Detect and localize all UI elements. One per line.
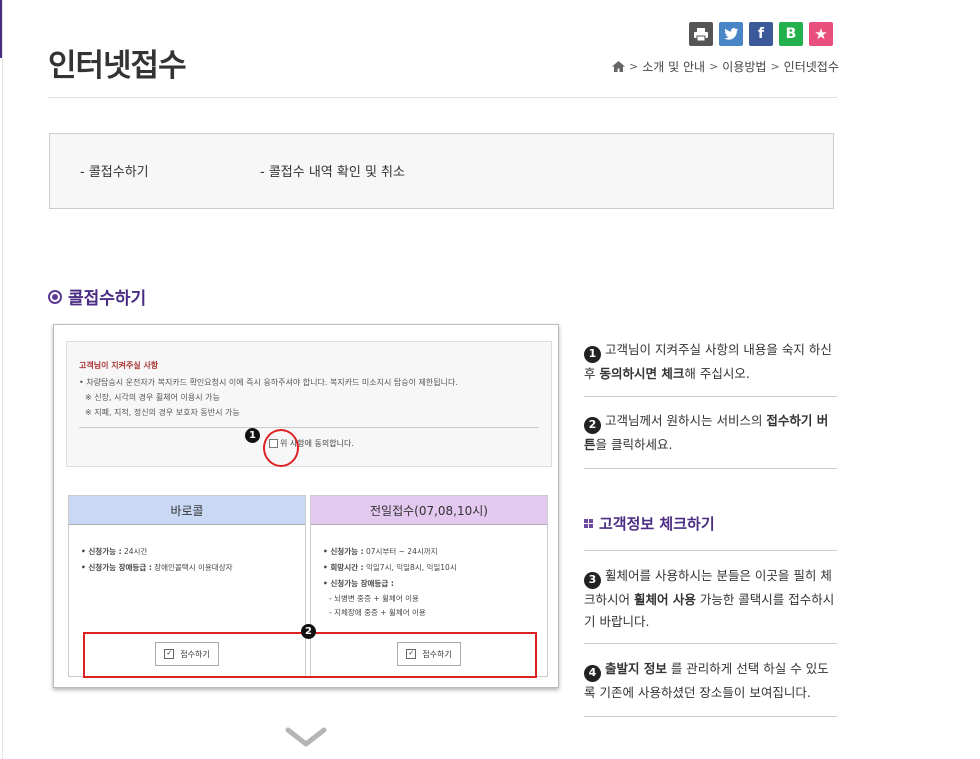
step-divider: [584, 550, 837, 551]
breadcrumb-separator: >: [709, 60, 719, 73]
step-badge: 2: [301, 624, 316, 639]
step-text: 고객님께서 원하시는 서비스의: [605, 413, 767, 428]
card-header: 바로콜: [69, 496, 305, 525]
step-1: 1 고객님이 지켜주실 사항의 내용을 숙지 하신 후 동의하시면 체크해 주십시…: [584, 339, 837, 385]
card-line: • 신청가능 장애등급 :: [323, 578, 394, 589]
breadcrumb-item[interactable]: 소개 및 안내: [642, 58, 705, 75]
band-icon[interactable]: B: [779, 22, 803, 46]
step-3: 3 휠체어를 사용하시는 분들은 이곳을 필히 체크하시어 휠체어 사용 가능한 …: [584, 565, 837, 633]
notice-line: ※ 지폐, 지적, 정신의 경우 보호자 동반시 가능: [85, 408, 240, 417]
step-bold: 출발지 정보: [605, 661, 667, 676]
section-title-text: 콜접수하기: [68, 289, 147, 309]
section-title: 콜접수하기: [48, 284, 146, 309]
card-line: • 신청가능 장애등급 : 장애인콜택시 이용대상자: [81, 562, 233, 573]
step-number: 2: [584, 416, 601, 434]
breadcrumb-item[interactable]: 인터넷접수: [784, 58, 839, 75]
bullet-circle-icon: [48, 289, 62, 304]
step-number: 4: [584, 664, 601, 682]
breadcrumb-separator: >: [629, 60, 639, 73]
home-icon[interactable]: [612, 61, 625, 72]
facebook-icon[interactable]: f: [749, 22, 773, 46]
notice-line: • 차량탑승시 운전자가 복지카드 확인요청시 이에 즉시 응하주셔야 합니다.…: [79, 378, 458, 387]
step-divider: [584, 643, 837, 644]
card-line: • 신청가능 : 24시간: [81, 546, 147, 557]
guide-screenshot: 고객님이 지켜주실 사항 • 차량탑승시 운전자가 복지카드 확인요청시 이에 …: [53, 324, 559, 688]
card-line-value: 07시부터 ~ 24시까지: [363, 547, 438, 556]
grid-bullet-icon: [584, 519, 593, 528]
card-line-label: • 신청가능 :: [81, 547, 122, 556]
print-icon[interactable]: [689, 22, 713, 46]
card-line-value: 익일7시, 익일8시, 익일10시: [363, 563, 457, 572]
card-header: 전일접수(07,08,10시): [311, 496, 547, 525]
chevron-down-icon[interactable]: [285, 726, 327, 748]
notice-title: 고객님이 지켜주실 사항: [79, 361, 159, 370]
card-line: • 희망시간 : 익일7시, 익일8시, 익일10시: [323, 562, 457, 573]
card-line: - 뇌병변 중증 + 휠체어 이용: [329, 594, 419, 603]
step-badge: 1: [245, 428, 260, 443]
page-title: 인터넷접수: [48, 48, 187, 84]
step-number: 1: [584, 345, 601, 363]
card-line-value: 장애인콜택시 이용대상자: [151, 563, 233, 572]
notice-divider: [79, 427, 539, 428]
breadcrumb: > 소개 및 안내 > 이용방법 > 인터넷접수: [612, 58, 839, 75]
breadcrumb-item[interactable]: 이용방법: [722, 58, 766, 75]
step-2: 2 고객님께서 원하시는 서비스의 접수하기 버튼을 클릭하세요.: [584, 410, 837, 456]
left-border: [2, 0, 3, 759]
breadcrumb-separator: >: [770, 60, 780, 73]
step-text: 해 주십시오.: [684, 365, 750, 381]
header-divider: [48, 97, 837, 98]
step-divider: [584, 716, 837, 717]
step-4: 4 출발지 정보 를 관리하게 선택 하실 수 있도록 기존에 사용하셨던 장소들…: [584, 658, 837, 704]
notice-line: ※ 신장, 시각의 경우 휠체어 이용시 가능: [85, 393, 220, 402]
customer-info-heading: 고객정보 체크하기: [584, 513, 715, 534]
subnav-box: - 콜접수하기 - 콜접수 내역 확인 및 취소: [49, 133, 834, 209]
subnav-link-history[interactable]: - 콜접수 내역 확인 및 취소: [260, 161, 405, 180]
card-line: - 지체장애 중증 + 휠체어 이용: [329, 608, 426, 617]
step-divider: [584, 468, 837, 469]
step-bold: 휠체어 사용: [633, 591, 696, 607]
card-line-label: • 희망시간 :: [323, 563, 364, 572]
step-bold: 동의하시면 체크: [599, 365, 685, 381]
twitter-icon[interactable]: [719, 22, 743, 46]
subnav-link-call-apply[interactable]: - 콜접수하기: [80, 161, 149, 180]
card-line-value: 24시간: [121, 547, 148, 556]
card-line-label: • 신청가능 장애등급 :: [323, 579, 394, 588]
subhead-text: 고객정보 체크하기: [599, 515, 715, 533]
star-icon[interactable]: ★: [809, 22, 833, 46]
step-divider: [584, 396, 837, 397]
card-line: • 신청가능 : 07시부터 ~ 24시까지: [323, 546, 438, 557]
card-line-label: • 신청가능 장애등급 :: [81, 563, 152, 572]
step-number: 3: [584, 571, 601, 589]
card-line-label: • 신청가능 :: [323, 547, 364, 556]
highlight-circle: [263, 429, 299, 467]
highlight-rectangle: [83, 632, 537, 678]
share-toolbar: f B ★: [689, 22, 833, 46]
notice-box: 고객님이 지켜주실 사항 • 차량탑승시 운전자가 복지카드 확인요청시 이에 …: [66, 341, 552, 467]
step-text: 을 클릭하세요.: [595, 436, 673, 452]
